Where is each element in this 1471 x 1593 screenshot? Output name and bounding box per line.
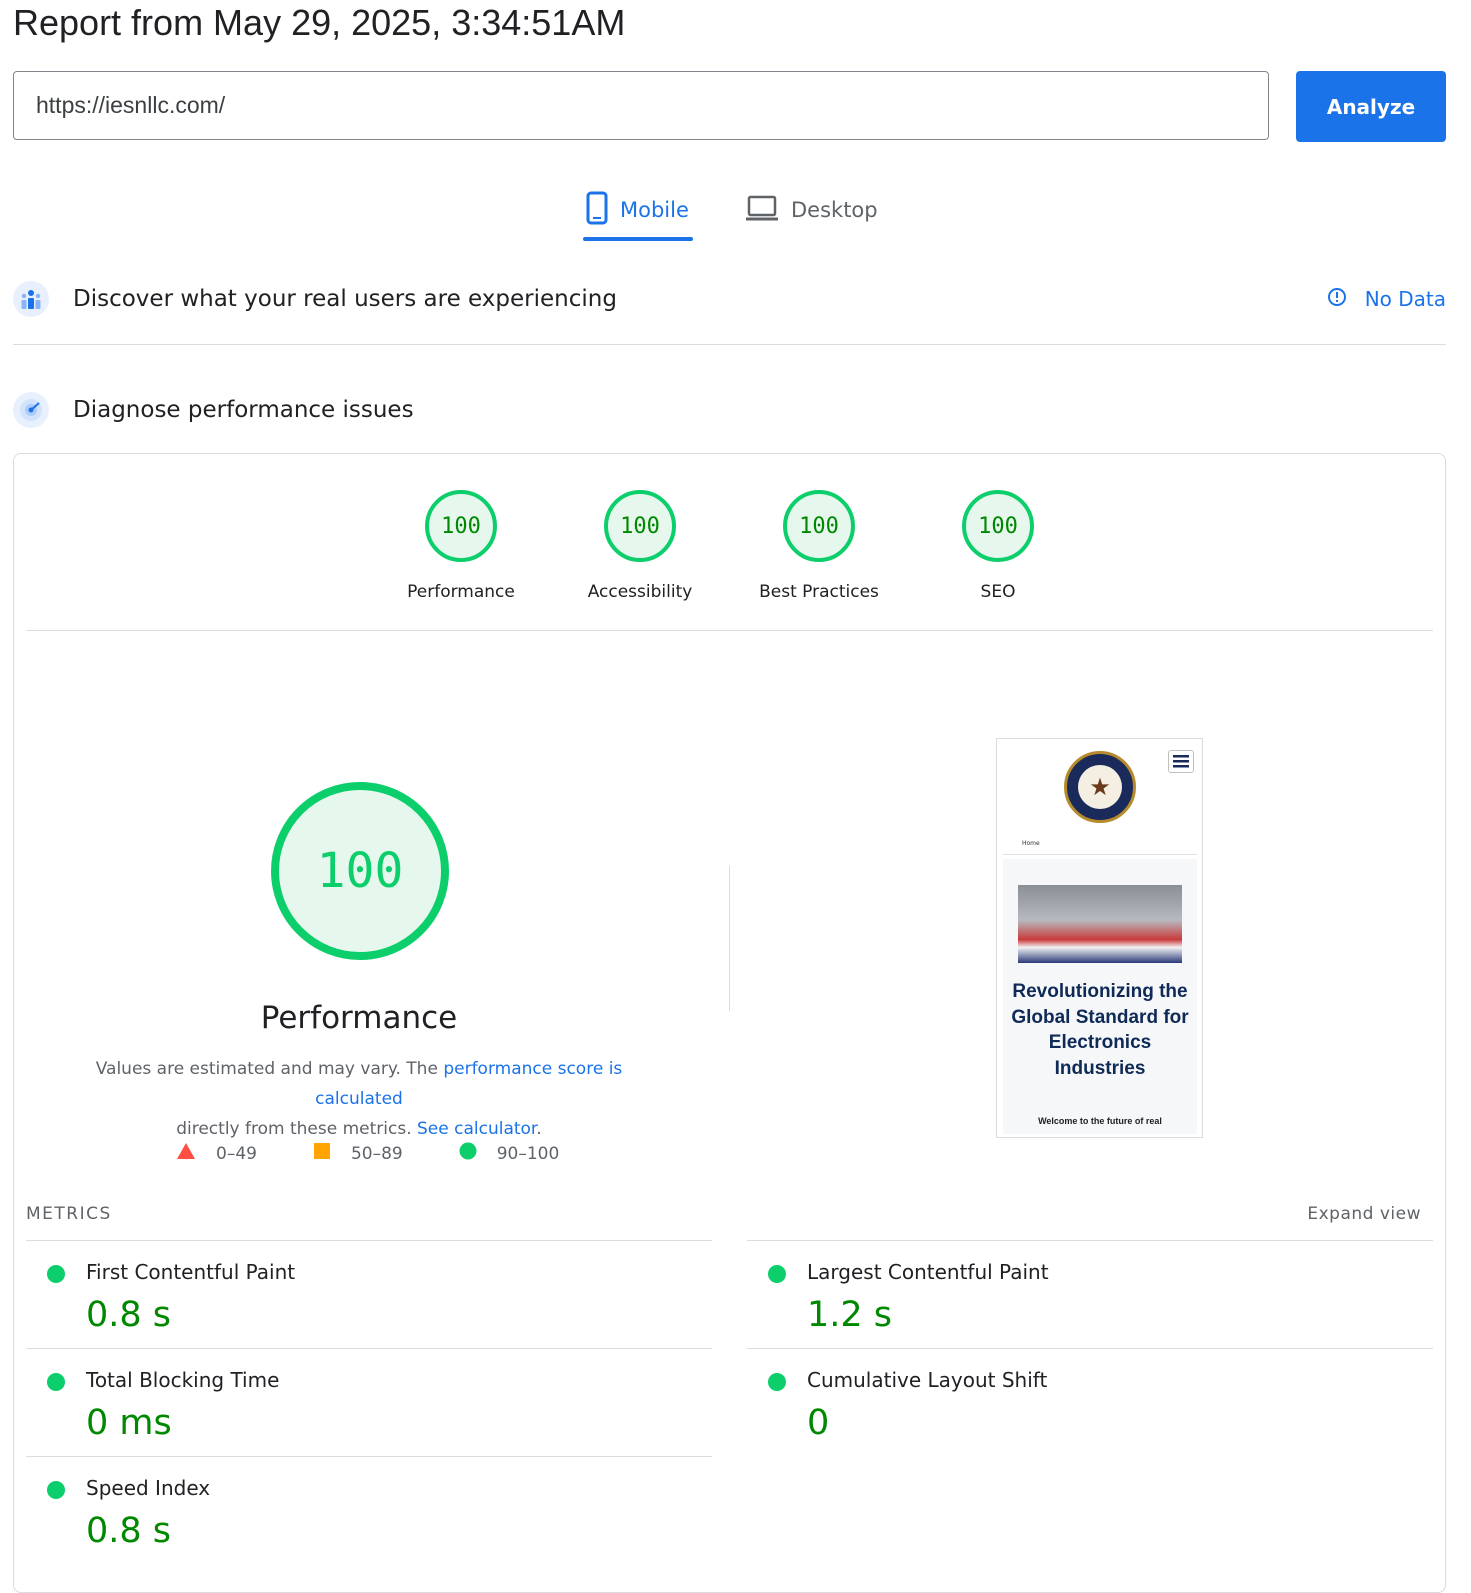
tab-mobile[interactable]: Mobile bbox=[586, 180, 689, 240]
lab-data-section: Diagnose performance issues bbox=[13, 392, 1446, 428]
description-text: Values are estimated and may vary. The bbox=[95, 1059, 444, 1079]
no-data-link[interactable]: No Data bbox=[1327, 287, 1446, 312]
section-divider bbox=[13, 344, 1446, 345]
metric-tbt: Total Blocking Time 0 ms bbox=[26, 1348, 712, 1456]
lab-data-title: Diagnose performance issues bbox=[73, 397, 414, 423]
device-tabs: Mobile Desktop bbox=[0, 180, 1471, 250]
see-calculator-link[interactable]: See calculator bbox=[417, 1119, 536, 1139]
gauge-score: 100 bbox=[604, 490, 676, 562]
metric-name: Total Blocking Time bbox=[86, 1368, 280, 1392]
smartphone-icon bbox=[586, 191, 608, 230]
report-card: 100 Performance 100 Accessibility 100 Be… bbox=[13, 453, 1446, 1593]
metric-value: 0 ms bbox=[86, 1403, 172, 1443]
hamburger-menu-icon bbox=[1168, 750, 1194, 773]
analyze-button[interactable]: Analyze bbox=[1296, 71, 1446, 142]
gauge-best-practices[interactable]: 100 Best Practices bbox=[744, 490, 894, 602]
hero-headline: Revolutionizing the Global Standard for … bbox=[1011, 981, 1189, 1079]
field-data-section: Discover what your real users are experi… bbox=[13, 281, 1446, 317]
metric-name: Largest Contentful Paint bbox=[807, 1260, 1049, 1284]
expand-view-toggle[interactable]: Expand view bbox=[1307, 1204, 1421, 1224]
screenshot-nav-home: Home bbox=[1022, 840, 1040, 847]
pass-dot-icon bbox=[768, 1373, 786, 1391]
pass-dot-icon bbox=[47, 1265, 65, 1283]
tab-desktop-label: Desktop bbox=[791, 198, 878, 222]
pass-dot-icon bbox=[47, 1481, 65, 1499]
gauge-score: 100 bbox=[783, 490, 855, 562]
eagle-icon: ★ bbox=[1089, 773, 1111, 801]
fail-triangle-icon bbox=[176, 1142, 196, 1165]
gauge-label: SEO bbox=[980, 582, 1016, 602]
pass-dot-icon bbox=[47, 1373, 65, 1391]
active-tab-indicator bbox=[583, 237, 693, 241]
metric-fcp: First Contentful Paint 0.8 s bbox=[26, 1240, 712, 1348]
description-text: . bbox=[536, 1119, 542, 1139]
diagnose-icon bbox=[13, 392, 49, 428]
category-gauges: 100 Performance 100 Accessibility 100 Be… bbox=[14, 490, 1445, 610]
tab-desktop[interactable]: Desktop bbox=[745, 180, 878, 240]
laptop-icon bbox=[745, 194, 779, 227]
gauge-label: Performance bbox=[407, 582, 515, 602]
metric-value: 0 bbox=[807, 1403, 830, 1443]
gauge-performance[interactable]: 100 Performance bbox=[386, 490, 536, 602]
description-text: directly from these metrics. bbox=[176, 1119, 417, 1139]
hero-welcome: Welcome to the future of real bbox=[1038, 1116, 1162, 1126]
hero-image bbox=[1018, 885, 1182, 963]
performance-score-gauge: 100 bbox=[271, 782, 449, 960]
info-icon bbox=[1327, 287, 1347, 312]
gauge-score: 100 bbox=[425, 490, 497, 562]
screenshot-divider bbox=[1003, 854, 1197, 855]
metric-name: Cumulative Layout Shift bbox=[807, 1368, 1048, 1392]
metric-value: 0.8 s bbox=[86, 1511, 172, 1551]
legend-pass-label: 90–100 bbox=[496, 1143, 560, 1164]
gauge-accessibility[interactable]: 100 Accessibility bbox=[565, 490, 715, 602]
tab-mobile-label: Mobile bbox=[620, 198, 689, 222]
metric-cls: Cumulative Layout Shift 0 bbox=[747, 1348, 1433, 1456]
metric-lcp: Largest Contentful Paint 1.2 s bbox=[747, 1240, 1433, 1348]
vertical-divider bbox=[729, 866, 730, 1011]
page-screenshot: ★ Home Revolutionizing the Global Standa… bbox=[996, 738, 1203, 1138]
score-legend: 0–49 50–89 90–100 bbox=[176, 1142, 615, 1165]
performance-description: Values are estimated and may vary. The p… bbox=[54, 1054, 664, 1144]
metric-name: Speed Index bbox=[86, 1476, 211, 1500]
performance-title: Performance bbox=[260, 1000, 458, 1036]
gauge-label: Accessibility bbox=[587, 582, 693, 602]
page-title: Report from May 29, 2025, 3:34:51AM bbox=[13, 2, 626, 43]
metric-value: 1.2 s bbox=[807, 1295, 893, 1335]
url-input[interactable]: https://iesnllc.com/ bbox=[13, 71, 1269, 140]
field-data-title: Discover what your real users are experi… bbox=[73, 286, 617, 312]
screenshot-hero: Revolutionizing the Global Standard for … bbox=[1003, 859, 1197, 1134]
metric-name: First Contentful Paint bbox=[86, 1260, 296, 1284]
no-data-label: No Data bbox=[1364, 287, 1446, 311]
metric-speed-index: Speed Index 0.8 s bbox=[26, 1456, 712, 1564]
gauges-divider bbox=[26, 630, 1433, 631]
gauge-seo[interactable]: 100 SEO bbox=[923, 490, 1073, 602]
legend-average-label: 50–89 bbox=[350, 1143, 403, 1164]
gauge-score: 100 bbox=[962, 490, 1034, 562]
legend-fail-label: 0–49 bbox=[216, 1143, 257, 1164]
pass-circle-icon bbox=[459, 1142, 477, 1165]
metrics-heading: METRICS bbox=[26, 1204, 112, 1224]
metric-value: 0.8 s bbox=[86, 1295, 172, 1335]
pass-dot-icon bbox=[768, 1265, 786, 1283]
site-logo: ★ bbox=[1064, 751, 1136, 823]
average-square-icon bbox=[313, 1142, 331, 1165]
gauge-label: Best Practices bbox=[759, 582, 879, 602]
users-chart-icon bbox=[13, 281, 49, 317]
